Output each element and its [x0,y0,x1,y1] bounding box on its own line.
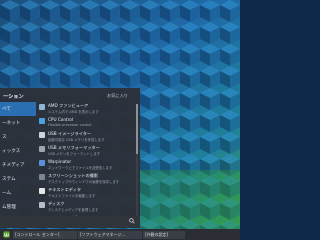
app-item[interactable]: スクリーンショットの撮影 デスクトップやウィンドウの画像を保存します [38,172,132,186]
category-item[interactable]: チメディア [0,158,36,172]
category-label: べて [2,107,12,112]
app-name: Warpinator [48,159,72,164]
text-editor-icon [39,188,45,194]
category-item[interactable]: ム管理 [0,200,36,214]
search-icon[interactable] [129,218,135,224]
app-description: ディスクとメディアを管理します [48,207,99,212]
app-item[interactable]: ディスク ディスクとメディアを管理します [38,200,132,214]
app-description: Flexible processor control [48,122,92,127]
category-item[interactable]: ステム [0,172,36,186]
category-label: ス [2,135,7,140]
app-description: ネットワーク上でファイルを送受信します [48,165,113,170]
category-label: ーネット [2,121,21,126]
app-list-scrollbar[interactable] [136,104,138,222]
usb-writer-icon [39,132,45,138]
search-bar[interactable] [0,216,140,228]
taskbar-item-software-manager[interactable]: [ソフトウェアマネージ... [78,230,142,239]
category-label: ステム [2,177,16,182]
application-list: AMD ファンビューア システム内で AMD を表示します CPU Control… [38,102,132,228]
taskbar-item-control-center[interactable]: [コントロール センター] [13,230,77,239]
screenshot-icon [39,174,45,180]
menu-title: ーション [3,94,24,100]
app-description: デスクトップやウィンドウの画像を保存します [48,179,120,184]
category-item[interactable]: ス [0,130,36,144]
app-item[interactable]: USB メモリフォーマッター USB メモリをフォーマットします [38,144,132,158]
category-item[interactable]: ーネット [0,116,36,130]
category-label: ーム [2,191,12,196]
usb-formatter-icon [39,146,45,152]
app-item[interactable]: USB イメージライター 起動可能な USB メモリを作成します [38,130,132,144]
taskbar-item-appearance-settings[interactable]: [外観の設定] [143,230,185,239]
category-item[interactable]: べて [0,102,36,116]
scrollbar-thumb[interactable] [136,104,138,154]
app-description: システム内で AMD を表示します [48,109,99,114]
cpu-control-icon [39,118,45,124]
application-menu: ーション お気に入り べて ーネット ス ィックス チメディア ステム ーム ム… [0,88,140,228]
app-item[interactable]: Warpinator ネットワーク上でファイルを送受信します [38,158,132,172]
app-item[interactable]: CPU Control Flexible processor control [38,116,132,130]
category-label: チメディア [2,163,25,168]
category-list: べて ーネット ス ィックス チメディア ステム ーム ム管理 設定 [0,102,36,228]
app-item[interactable]: AMD ファンビューア システム内で AMD を表示します [38,102,132,116]
category-item[interactable]: ィックス [0,144,36,158]
app-description: USB メモリをフォーマットします [48,151,101,156]
disks-icon [39,202,45,208]
app-item[interactable]: テキストエディタ テキストファイルを編集します [38,186,132,200]
favorites-button[interactable]: お気に入り [107,93,128,99]
category-label: ィックス [2,149,21,154]
amd-viewer-icon [39,104,45,110]
warpinator-icon [39,160,45,166]
category-label: ム管理 [2,205,16,210]
category-item[interactable]: ーム [0,186,36,200]
start-menu-icon[interactable] [3,231,10,238]
app-description: テキストファイルを編集します [48,193,96,198]
app-description: 起動可能な USB メモリを作成します [48,137,105,142]
app-name: CPU Control [48,117,73,122]
taskbar: [コントロール センター] [ソフトウェアマネージ... [外観の設定] [0,229,240,240]
